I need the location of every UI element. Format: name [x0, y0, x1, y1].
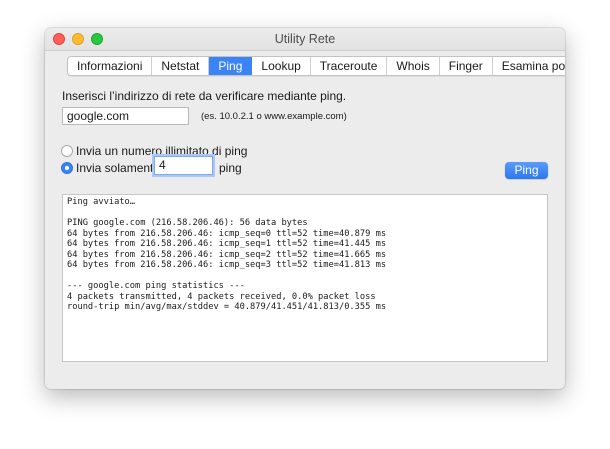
- output-line: 64 bytes from 216.58.206.46: icmp_seq=3 …: [67, 260, 387, 270]
- output-line: 64 bytes from 216.58.206.46: icmp_seq=0 …: [67, 228, 387, 239]
- output-line: 64 bytes from 216.58.206.46: icmp_seq=2 …: [67, 249, 387, 260]
- address-example-hint: (es. 10.0.2.1 o www.example.com): [201, 111, 347, 122]
- tab-traceroute[interactable]: Traceroute: [311, 57, 388, 75]
- host-address-input[interactable]: google.com: [62, 107, 189, 125]
- output-line: Ping avviato…: [67, 197, 135, 207]
- tab-netstat[interactable]: Netstat: [152, 57, 210, 75]
- tab-informazioni[interactable]: Informazioni: [68, 57, 153, 75]
- window-title: Utility Rete: [274, 32, 336, 46]
- limited-ping-radio[interactable]: [61, 162, 73, 174]
- output-line: 4 packets transmitted, 4 packets receive…: [67, 291, 376, 302]
- tab-lookup[interactable]: Lookup: [252, 57, 311, 75]
- output-line: round-trip min/avg/max/stddev = 40.879/4…: [67, 302, 387, 312]
- output-line: 64 bytes from 216.58.206.46: icmp_seq=1 …: [67, 239, 387, 249]
- tab-ping[interactable]: Ping: [209, 57, 253, 75]
- ping-count-input[interactable]: 4: [154, 156, 213, 175]
- network-utility-window: Utility Rete Informazioni Netstat Ping L…: [45, 28, 565, 389]
- title-bar[interactable]: Utility Rete: [45, 28, 565, 51]
- ping-output-area[interactable]: Ping avviato… PING google.com (216.58.20…: [62, 194, 548, 362]
- output-line: --- google.com ping statistics ---: [67, 281, 245, 291]
- ping-prompt-label: Inserisci l’indirizzo di rete da verific…: [62, 89, 347, 103]
- tab-bar: Informazioni Netstat Ping Lookup Tracero…: [67, 56, 565, 76]
- ping-button[interactable]: Ping: [505, 162, 548, 179]
- tab-esamina-porte[interactable]: Esamina porte: [493, 57, 565, 75]
- tab-whois[interactable]: Whois: [387, 57, 440, 75]
- output-line: PING google.com (216.58.206.46): 56 data…: [67, 218, 308, 228]
- unlimited-ping-radio[interactable]: [61, 145, 73, 157]
- limited-ping-label[interactable]: Invia solamente: [76, 161, 160, 175]
- ping-count-suffix: ping: [219, 161, 242, 175]
- tab-finger[interactable]: Finger: [440, 57, 493, 75]
